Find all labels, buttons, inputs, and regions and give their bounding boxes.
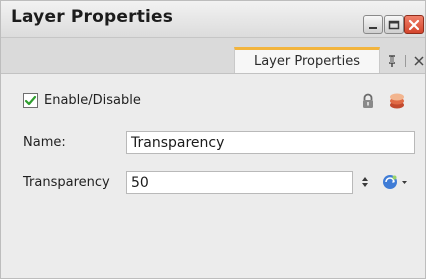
transparency-label: Transparency — [23, 175, 110, 190]
spinner-icon[interactable] — [359, 175, 371, 189]
maximize-icon — [388, 20, 400, 29]
enable-label: Enable/Disable — [44, 93, 141, 108]
layer-icon[interactable] — [388, 92, 406, 110]
tab-separator — [405, 55, 406, 67]
name-value: Transparency — [131, 134, 225, 151]
layer-properties-window: Layer Properties Layer Properties Enable… — [0, 0, 426, 279]
transparency-input[interactable]: 50 — [126, 171, 353, 194]
close-icon — [408, 19, 420, 30]
title-bar[interactable]: Layer Properties — [1, 1, 425, 38]
pin-icon[interactable] — [385, 54, 399, 68]
expression-icon — [383, 175, 397, 189]
minimize-icon — [369, 26, 377, 29]
transparency-value: 50 — [131, 174, 149, 191]
tab-label: Layer Properties — [253, 54, 361, 69]
tab-strip: Layer Properties — [1, 38, 425, 74]
chevron-down-icon — [402, 181, 407, 184]
name-label: Name: — [23, 135, 66, 150]
maximize-button[interactable] — [384, 15, 404, 34]
tab-layer-properties[interactable]: Layer Properties — [234, 47, 380, 73]
tab-close-icon[interactable] — [413, 54, 425, 68]
enable-checkbox[interactable] — [23, 93, 38, 108]
close-button[interactable] — [404, 15, 424, 34]
name-input[interactable]: Transparency — [126, 131, 415, 154]
minimize-button[interactable] — [363, 15, 383, 34]
expression-menu-button[interactable] — [380, 171, 410, 193]
checkmark-icon — [24, 95, 37, 106]
lock-icon[interactable] — [360, 93, 376, 109]
tab-controls — [385, 52, 425, 70]
window-title: Layer Properties — [11, 7, 174, 27]
